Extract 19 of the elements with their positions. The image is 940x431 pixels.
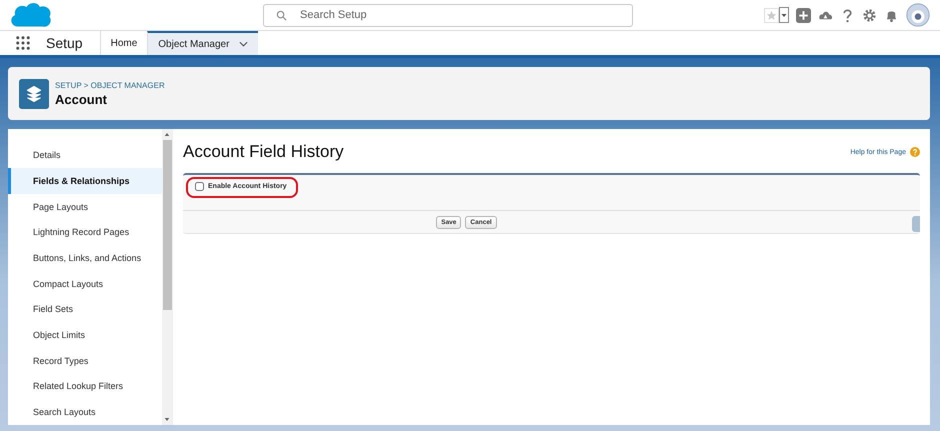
- add-icon[interactable]: [796, 8, 811, 23]
- scroll-up-icon[interactable]: [164, 132, 170, 138]
- breadcrumb: SETUP > OBJECT MANAGER: [55, 80, 165, 90]
- page-title: Account Field History: [183, 142, 344, 162]
- sidebar-item[interactable]: Fields & Relationships: [8, 168, 162, 194]
- app-name: Setup: [46, 35, 83, 52]
- avatar-icon[interactable]: [906, 3, 930, 28]
- scroll-down-icon[interactable]: [164, 417, 170, 422]
- nav-tab[interactable]: Object Manager: [147, 31, 258, 56]
- object-title: Account: [55, 92, 108, 107]
- app-launcher-icon[interactable]: [16, 36, 30, 50]
- scrollbar[interactable]: [162, 129, 172, 425]
- collapse-handle[interactable]: [912, 216, 920, 232]
- settings-icon[interactable]: [862, 8, 877, 23]
- layers-icon: [19, 78, 49, 109]
- search-icon: [276, 10, 287, 21]
- checkbox[interactable]: [195, 182, 204, 192]
- search-field[interactable]: Search Setup: [263, 4, 633, 27]
- dropdown-icon[interactable]: [779, 7, 789, 24]
